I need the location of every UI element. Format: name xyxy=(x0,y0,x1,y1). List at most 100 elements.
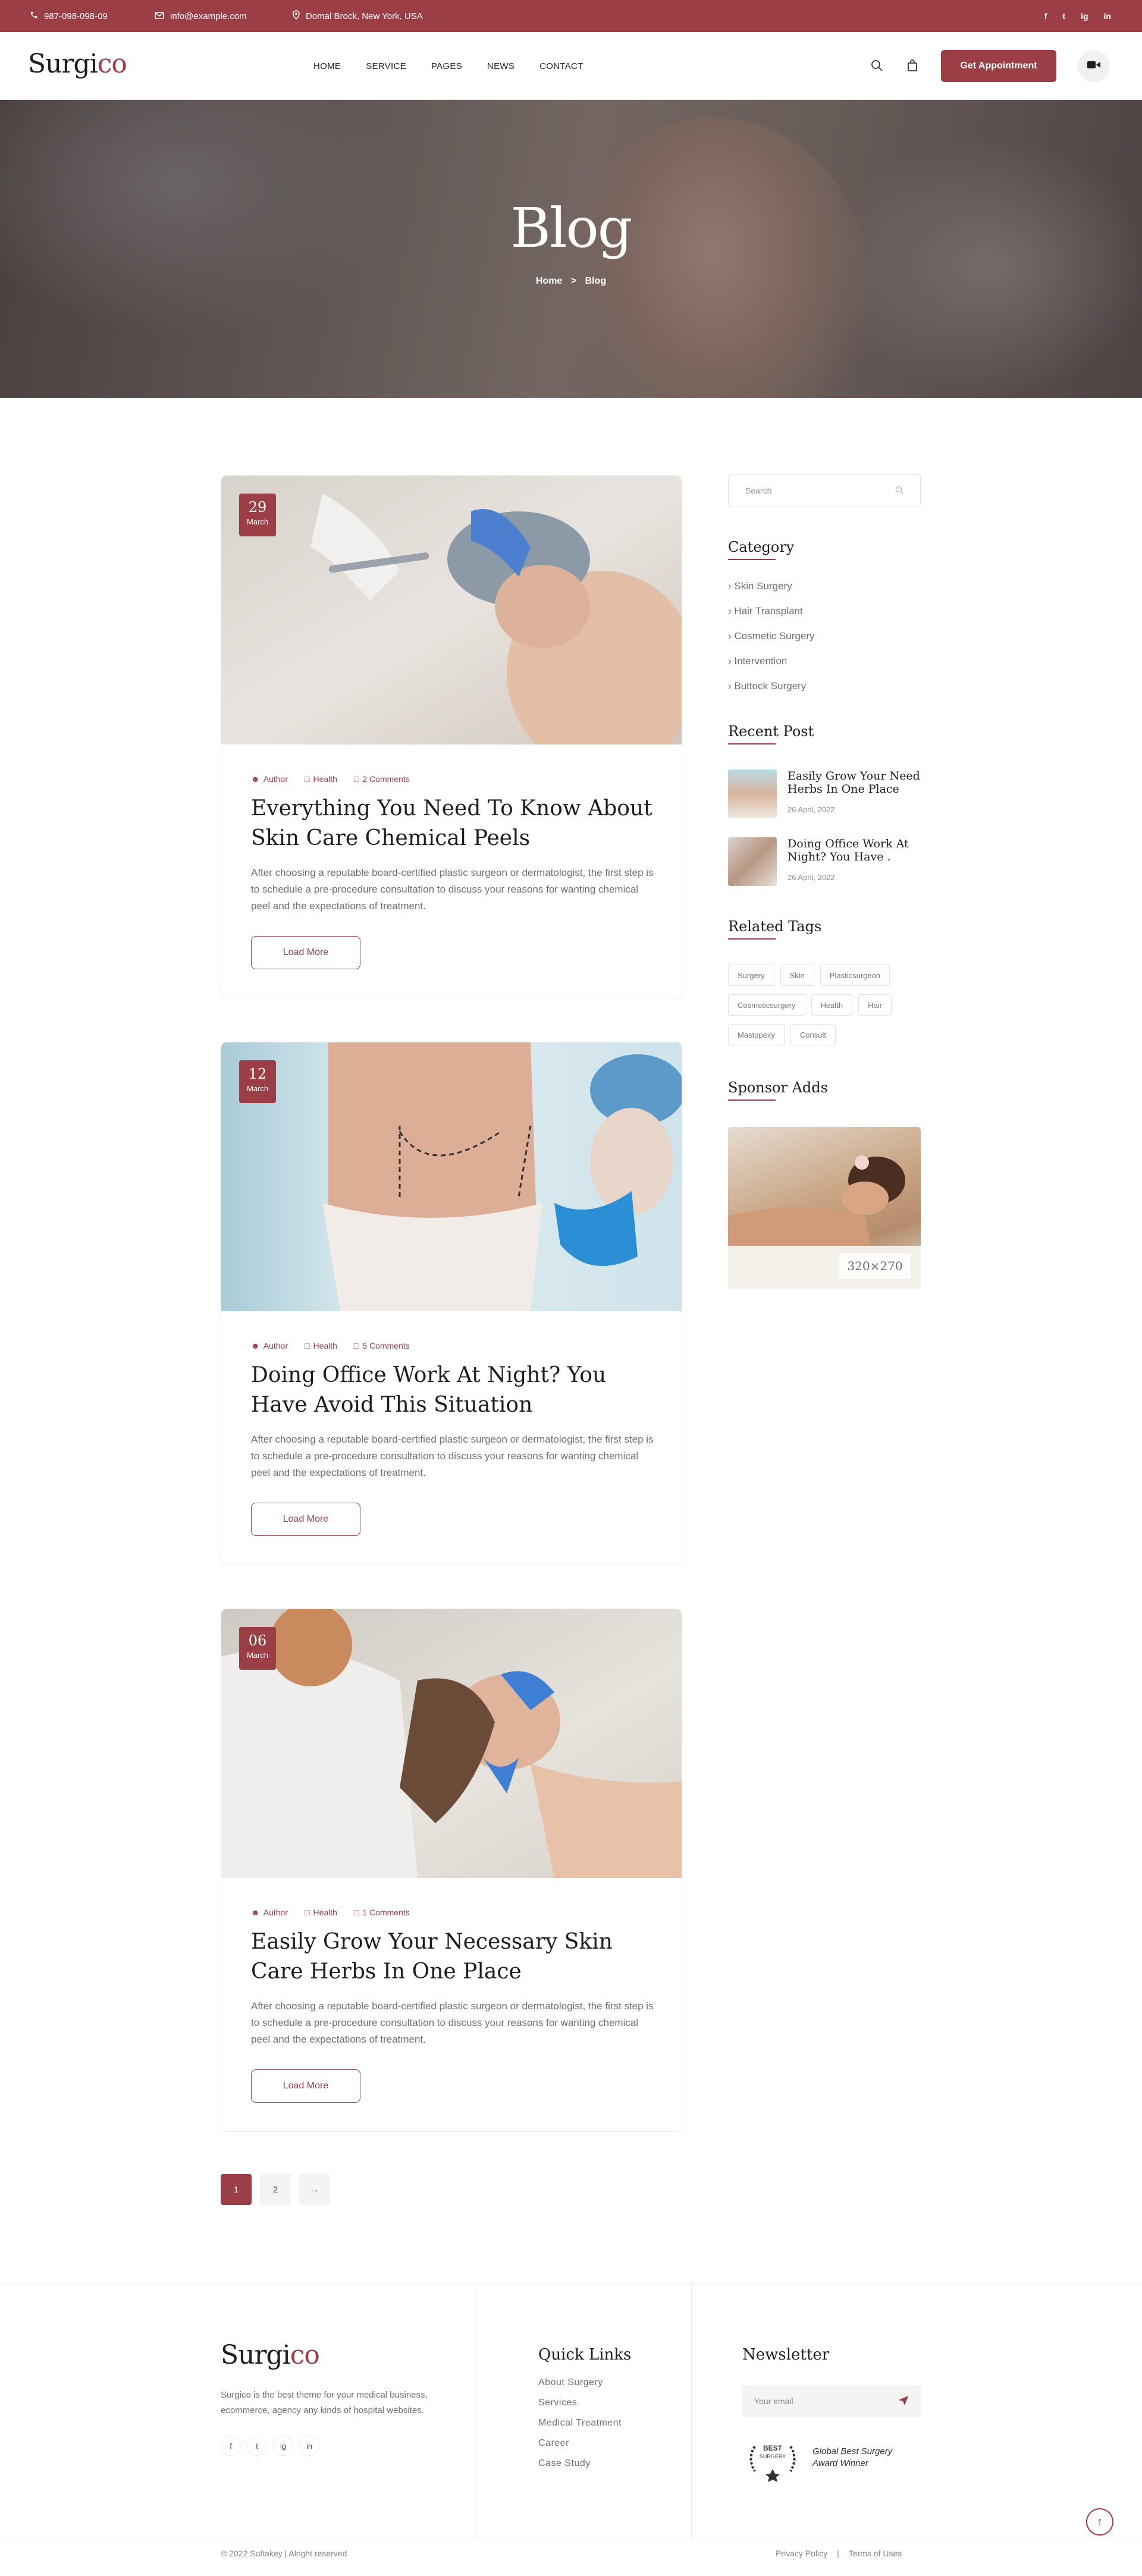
topbar-email-text: info@example.com xyxy=(170,11,247,21)
recent-post-item[interactable]: Doing Office Work At Night? You Have . 2… xyxy=(728,837,921,891)
site-logo[interactable]: Surgico xyxy=(28,49,127,79)
category-item[interactable]: › Cosmetic Surgery xyxy=(728,630,815,655)
next-page-button[interactable]: → xyxy=(299,2174,330,2205)
phone-icon xyxy=(30,11,38,21)
post-title[interactable]: Doing Office Work At Night? You Have Avo… xyxy=(251,1361,655,1420)
recent-post-title[interactable]: Easily Grow Your Need Herbs In One Place xyxy=(788,769,921,796)
get-appointment-button[interactable]: Get Appointment xyxy=(941,50,1056,82)
tag[interactable]: Health xyxy=(811,994,853,1016)
video-button[interactable] xyxy=(1078,50,1110,82)
topbar-address: Domal Brock, New York, USA xyxy=(293,0,423,32)
comment-icon: □ xyxy=(353,1908,359,1917)
linkedin-icon[interactable]: in xyxy=(1104,11,1111,21)
topbar-phone[interactable]: 987-098-098-09 xyxy=(30,0,108,32)
send-icon[interactable] xyxy=(898,2395,909,2408)
nav-contact[interactable]: CONTACT xyxy=(539,61,583,71)
bag-icon[interactable] xyxy=(902,55,923,76)
load-more-button[interactable]: Load More xyxy=(251,936,360,969)
award-badge-bottom: SURGERY xyxy=(759,2454,786,2459)
post-category[interactable]: □ Health xyxy=(305,774,337,784)
award-line: Global Best Surgery xyxy=(812,2446,893,2456)
recent-post-item[interactable]: Easily Grow Your Need Herbs In One Place… xyxy=(728,769,921,823)
category-item[interactable]: › Buttock Surgery xyxy=(728,680,815,705)
topbar-email[interactable]: info@example.com xyxy=(155,0,247,32)
post-meta: ☻ Author □ Health □ 2 Comments xyxy=(251,774,410,784)
facebook-icon[interactable]: f xyxy=(221,2436,241,2456)
quick-link[interactable]: Career xyxy=(538,2438,622,2458)
post-image[interactable]: 12 March xyxy=(221,1042,682,1311)
page-2-button[interactable]: 2 xyxy=(260,2174,291,2205)
tag[interactable]: Plasticsurgeon xyxy=(820,965,890,986)
tag[interactable]: Hair xyxy=(858,994,892,1016)
top-bar: 987-098-098-09 info@example.com Domal Br… xyxy=(0,0,1142,32)
post-excerpt: After choosing a reputable board-certifi… xyxy=(251,1434,654,1478)
back-to-top-button[interactable]: ↑ xyxy=(1086,2508,1113,2536)
tag[interactable]: Consult xyxy=(790,1024,836,1045)
pagination: 1 2 → xyxy=(221,2174,330,2205)
post-author[interactable]: ☻ Author xyxy=(251,774,288,784)
post-comments-text: 1 Comments xyxy=(362,1908,410,1917)
post-title[interactable]: Easily Grow Your Necessary Skin Care Her… xyxy=(251,1927,655,1987)
tag[interactable]: Surgery xyxy=(728,965,774,986)
search-icon[interactable] xyxy=(866,55,887,76)
quick-link[interactable]: Medical Treatment xyxy=(538,2418,622,2438)
post-category[interactable]: □ Health xyxy=(305,1341,337,1350)
post-author[interactable]: ☻ Author xyxy=(251,1908,288,1917)
nav-service[interactable]: SERVICE xyxy=(366,61,406,71)
nav-home[interactable]: HOME xyxy=(313,61,341,71)
tag[interactable]: Cosmeticsurgery xyxy=(728,994,805,1016)
nav-pages[interactable]: PAGES xyxy=(431,61,462,71)
topbar-phone-text: 987-098-098-09 xyxy=(44,11,108,21)
post-comments[interactable]: □ 5 Comments xyxy=(354,1341,410,1350)
footer-socials: f t ig in xyxy=(221,2436,319,2456)
breadcrumb-home[interactable]: Home xyxy=(536,276,562,286)
post-comments[interactable]: □ 1 Comments xyxy=(354,1908,410,1917)
mail-icon xyxy=(155,11,164,21)
terms-link[interactable]: Terms of Uses xyxy=(849,2549,902,2558)
post-author-text: Author xyxy=(263,1341,288,1350)
footer-logo[interactable]: Surgico xyxy=(221,2340,320,2370)
sponsor-heading: Sponsor Adds xyxy=(728,1079,828,1101)
instagram-icon[interactable]: ig xyxy=(273,2436,293,2456)
facebook-icon[interactable]: f xyxy=(1044,11,1047,21)
quick-link[interactable]: About Surgery xyxy=(538,2377,622,2398)
footer-description: Surgico is the best theme for your medic… xyxy=(221,2390,428,2415)
load-more-button[interactable]: Load More xyxy=(251,2069,360,2103)
post-image[interactable]: 06 March xyxy=(221,1609,682,1878)
category-item[interactable]: › Hair Transplant xyxy=(728,605,815,630)
privacy-link[interactable]: Privacy Policy xyxy=(776,2549,827,2558)
award-badge: BEST SURGERY xyxy=(740,2434,805,2482)
twitter-icon[interactable]: t xyxy=(247,2436,267,2456)
instagram-icon[interactable]: ig xyxy=(1081,11,1088,21)
category-item[interactable]: › Skin Surgery xyxy=(728,580,815,605)
load-more-button[interactable]: Load More xyxy=(251,1503,360,1536)
post-comments[interactable]: □ 2 Comments xyxy=(354,774,410,784)
tag[interactable]: Skin xyxy=(780,965,814,986)
post-category[interactable]: □ Health xyxy=(305,1908,337,1917)
sidebar-search[interactable]: Search xyxy=(728,474,921,507)
sponsor-ad[interactable]: 320×270 xyxy=(728,1127,921,1289)
page-1-button[interactable]: 1 xyxy=(221,2174,252,2205)
nav-news[interactable]: NEWS xyxy=(487,61,514,71)
twitter-icon[interactable]: t xyxy=(1062,11,1065,21)
post-meta: ☻ Author □ Health □ 1 Comments xyxy=(251,1908,410,1917)
post-title[interactable]: Everything You Need To Know About Skin C… xyxy=(251,794,655,853)
tag[interactable]: Mastopexy xyxy=(728,1024,785,1045)
footer-logo-main: Surgi xyxy=(221,2340,291,2370)
search-input[interactable]: Search xyxy=(745,486,771,495)
topbar-socials: f t ig in xyxy=(1044,0,1111,32)
quick-link[interactable]: Services xyxy=(538,2398,622,2418)
category-label: Hair Transplant xyxy=(734,605,803,617)
blog-post-card: 12 March ☻ Author □ Health □ 5 Comments Doi… xyxy=(221,1042,682,1565)
newsletter-email-input[interactable]: Your email xyxy=(754,2396,793,2406)
linkedin-icon[interactable]: in xyxy=(299,2436,319,2456)
recent-post-title[interactable]: Doing Office Work At Night? You Have . xyxy=(788,837,921,863)
post-author[interactable]: ☻ Author xyxy=(251,1341,288,1350)
quick-link[interactable]: Case Study xyxy=(538,2458,622,2478)
legal-separator: | xyxy=(837,2549,839,2558)
tag-cloud: Surgery Skin Plasticsurgeon Cosmeticsurg… xyxy=(728,965,924,1045)
category-heading: Category xyxy=(728,539,794,560)
post-image[interactable]: 29 March xyxy=(221,476,682,744)
search-icon[interactable] xyxy=(895,486,903,496)
category-item[interactable]: › Intervention xyxy=(728,655,815,680)
